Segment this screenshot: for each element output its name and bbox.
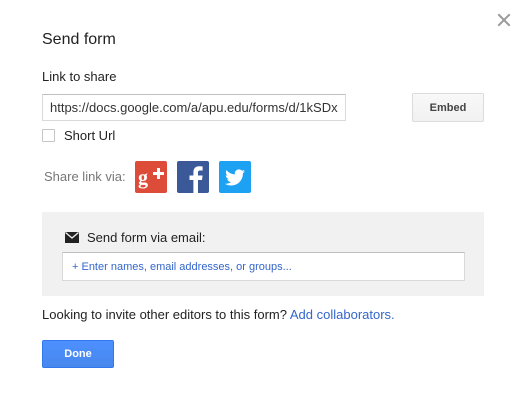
invite-editors-row: Looking to invite other editors to this … xyxy=(42,307,395,322)
close-icon xyxy=(497,13,511,27)
email-panel-header: Send form via email: xyxy=(65,229,206,245)
share-link-row: Share link via: g xyxy=(42,160,261,193)
google-plus-icon[interactable]: g xyxy=(134,160,167,193)
share-link-input[interactable] xyxy=(42,94,346,121)
send-form-dialog: Send form Link to share Embed Short Url … xyxy=(0,0,526,397)
email-panel: Send form via email: xyxy=(42,212,484,296)
add-collaborators-link[interactable]: Add collaborators. xyxy=(290,307,395,322)
short-url-checkbox[interactable] xyxy=(42,128,55,142)
email-panel-label: Send form via email: xyxy=(87,229,206,245)
embed-button[interactable]: Embed xyxy=(412,93,484,122)
link-to-share-label: Link to share xyxy=(42,69,117,84)
share-link-label: Share link via: xyxy=(44,169,126,184)
short-url-option: Short Url xyxy=(42,127,115,143)
invite-editors-text: Looking to invite other editors to this … xyxy=(42,307,287,322)
short-url-label: Short Url xyxy=(64,127,116,143)
twitter-icon[interactable] xyxy=(218,160,251,193)
email-recipients-input[interactable] xyxy=(62,252,465,281)
svg-text:g: g xyxy=(138,167,148,189)
envelope-icon xyxy=(65,231,79,243)
facebook-icon[interactable] xyxy=(176,160,209,193)
close-button[interactable] xyxy=(496,12,512,28)
dialog-title: Send form xyxy=(42,31,116,48)
done-button[interactable]: Done xyxy=(42,340,114,368)
